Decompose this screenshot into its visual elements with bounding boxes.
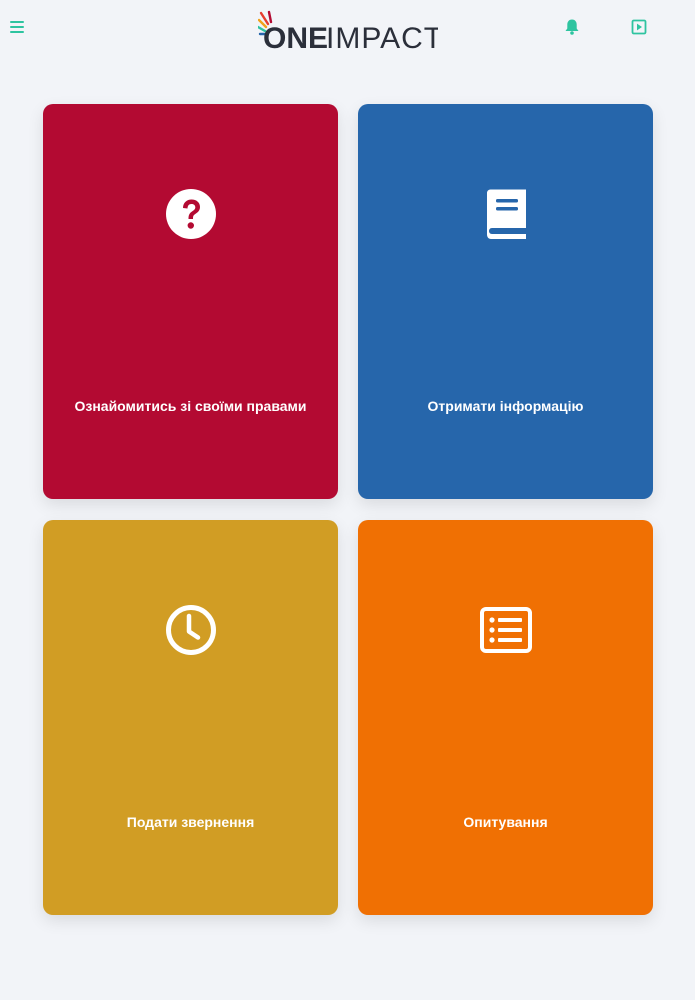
clock-icon [165,605,216,655]
svg-text:ONE: ONE [263,22,328,50]
tile-label: Отримати інформацію [427,398,584,414]
book-icon [486,189,526,239]
svg-text:IMPACT: IMPACT [326,22,438,50]
tile-get-info[interactable]: Отримати інформацію [358,104,653,499]
tile-know-rights[interactable]: Ознайомитись зі своїми правами [43,104,338,499]
list-icon [479,607,532,653]
tile-label: Опитування [463,814,548,830]
tile-label: Ознайомитись зі своїми правами [74,398,307,414]
question-circle-icon [165,189,216,239]
app-header: ONE IMPACT [0,0,695,56]
bell-icon[interactable] [564,18,580,36]
oneimpact-logo: ONE IMPACT [258,10,438,50]
tile-label: Подати звернення [126,814,255,830]
tile-submit-appeal[interactable]: Подати звернення [43,520,338,915]
exit-icon[interactable] [631,19,647,35]
tile-survey[interactable]: Опитування [358,520,653,915]
hamburger-menu-icon[interactable] [10,19,24,35]
